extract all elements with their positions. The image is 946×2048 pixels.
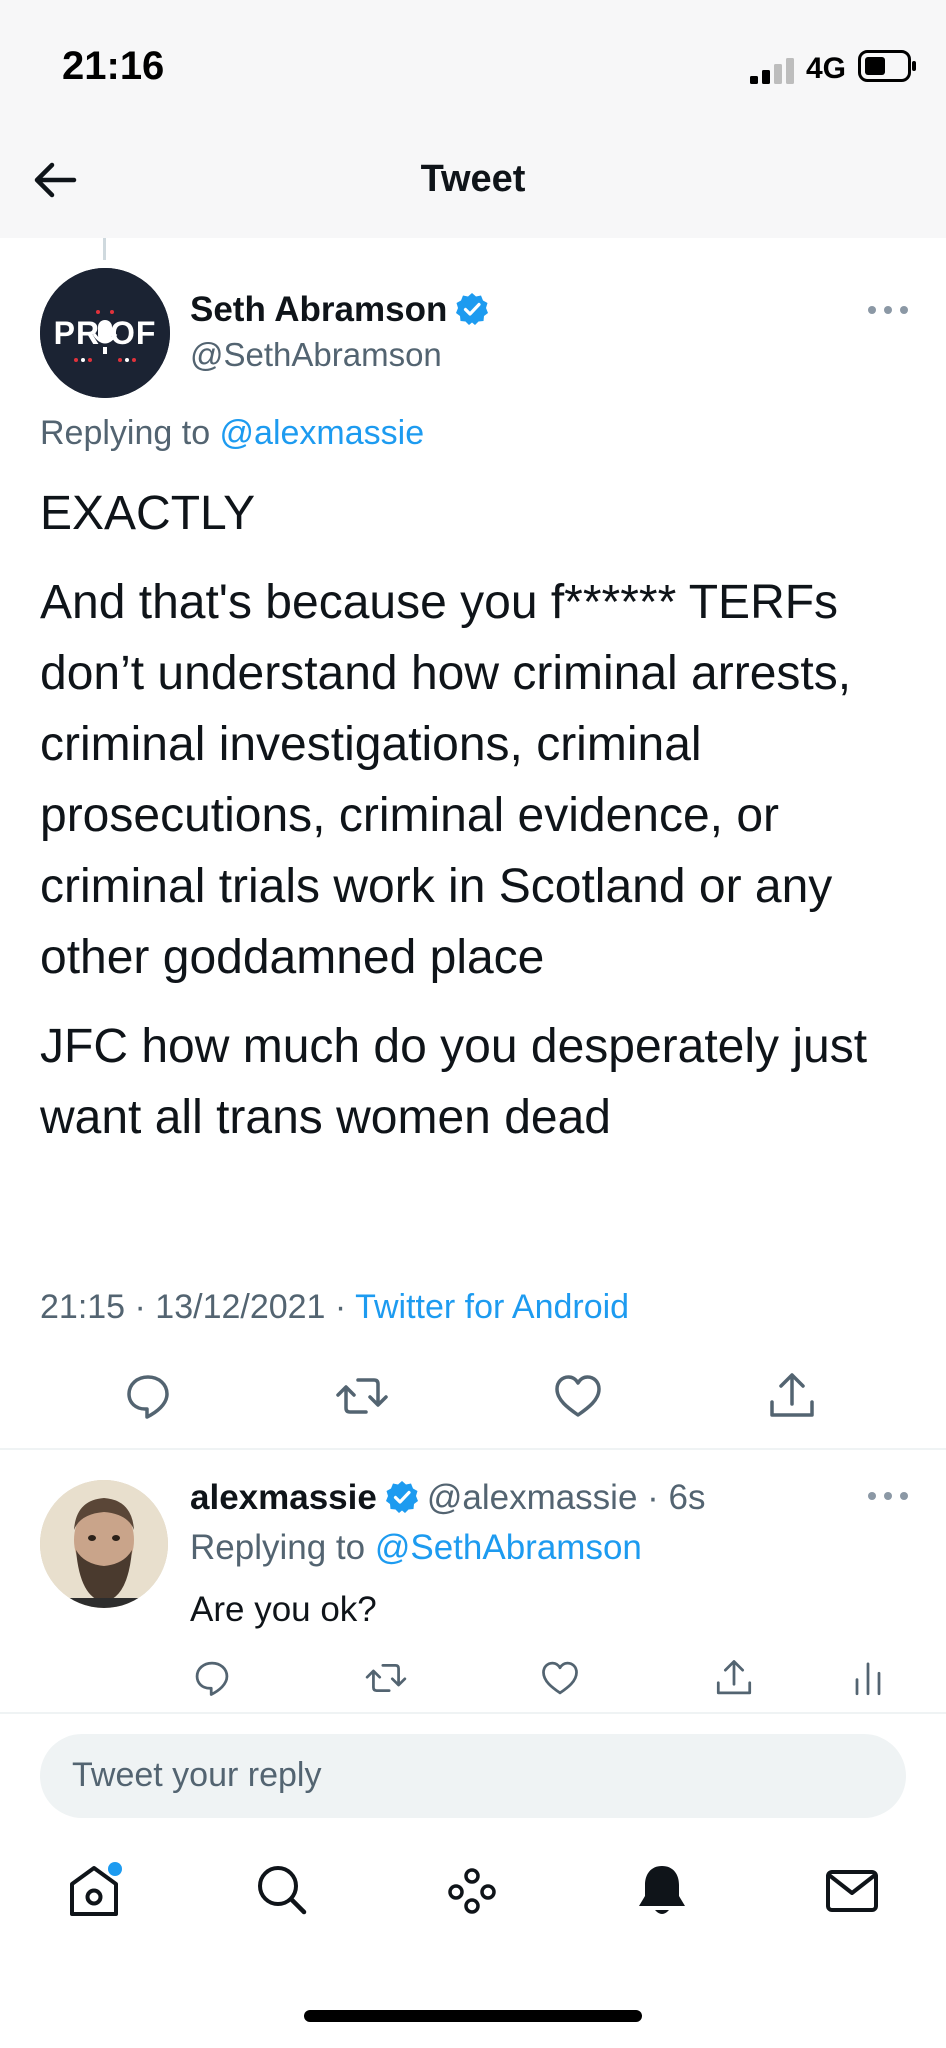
- replying-to-link[interactable]: @alexmassie: [220, 414, 425, 452]
- divider: [0, 1448, 946, 1450]
- tweet-meta: 21:15 · 13/12/2021 · Twitter for Android: [40, 1288, 629, 1327]
- retweet-icon[interactable]: [364, 1656, 408, 1700]
- tweet-actions: [0, 1368, 946, 1428]
- tweet-paragraph: And that's because you f****** TERFs don…: [40, 576, 852, 984]
- reply-author-name[interactable]: alexmassie: [190, 1478, 377, 1517]
- author-handle[interactable]: @SethAbramson: [190, 336, 442, 374]
- nav-bar: Tweet: [0, 130, 946, 238]
- tweet-paragraph: JFC how much do you desperately just wan…: [40, 1020, 868, 1144]
- thread-connector: [103, 238, 106, 260]
- battery-icon: [858, 50, 916, 82]
- more-options-icon[interactable]: [862, 1484, 914, 1508]
- search-icon[interactable]: [252, 1860, 312, 1920]
- reply-input-placeholder: Tweet your reply: [72, 1756, 322, 1794]
- like-icon[interactable]: [538, 1656, 582, 1700]
- author-name[interactable]: Seth Abramson: [190, 290, 447, 329]
- share-icon[interactable]: [712, 1656, 756, 1700]
- signal-icon: [750, 58, 794, 84]
- analytics-icon[interactable]: [846, 1656, 890, 1700]
- divider: [0, 1712, 946, 1714]
- tweet-source[interactable]: Twitter for Android: [355, 1288, 629, 1326]
- spaces-icon[interactable]: [442, 1860, 502, 1920]
- tab-bar: [0, 1860, 946, 1950]
- reply-author-avatar[interactable]: [40, 1480, 168, 1608]
- reply-input[interactable]: Tweet your reply: [40, 1734, 906, 1818]
- tweet-text: EXACTLY And that's because you f****** T…: [40, 478, 920, 1171]
- retweet-icon[interactable]: [334, 1368, 390, 1424]
- status-time: 21:16: [62, 44, 165, 88]
- replying-prefix: Replying to: [40, 414, 220, 452]
- home-notification-dot: [108, 1862, 122, 1876]
- tweet-paragraph: EXACTLY: [40, 487, 256, 540]
- page-title: Tweet: [420, 158, 526, 200]
- network-type: 4G: [806, 52, 847, 85]
- replying-to-link[interactable]: @SethAbramson: [375, 1528, 642, 1567]
- reply-text: Are you ok?: [190, 1590, 377, 1629]
- status-bar: 21:16 4G: [0, 0, 946, 130]
- tweet-timestamp: 21:15 · 13/12/2021 ·: [40, 1288, 356, 1326]
- bell-icon[interactable]: [632, 1860, 692, 1920]
- reply-author-handle[interactable]: @alexmassie · 6s: [427, 1478, 706, 1517]
- mail-icon[interactable]: [822, 1860, 882, 1920]
- share-icon[interactable]: [764, 1368, 820, 1424]
- home-indicator: [304, 2010, 642, 2022]
- reply-replying-to: Replying to @SethAbramson: [190, 1528, 642, 1568]
- author-name-row[interactable]: Seth Abramson: [190, 290, 489, 330]
- reply-icon[interactable]: [120, 1368, 176, 1424]
- reply-actions: [0, 1656, 946, 1716]
- replying-to: Replying to @alexmassie: [40, 414, 424, 453]
- person-photo-icon: [40, 1480, 168, 1608]
- replying-prefix: Replying to: [190, 1528, 375, 1567]
- more-options-icon[interactable]: [862, 298, 914, 322]
- verified-badge-icon: [385, 1480, 418, 1513]
- verified-badge-icon: [456, 292, 489, 325]
- author-avatar[interactable]: PR OF: [40, 268, 170, 398]
- like-icon[interactable]: [550, 1368, 606, 1424]
- reply-icon[interactable]: [190, 1656, 234, 1700]
- reply-header: alexmassie @alexmassie · 6s: [190, 1478, 706, 1518]
- proof-logo-icon: PR OF: [40, 268, 170, 398]
